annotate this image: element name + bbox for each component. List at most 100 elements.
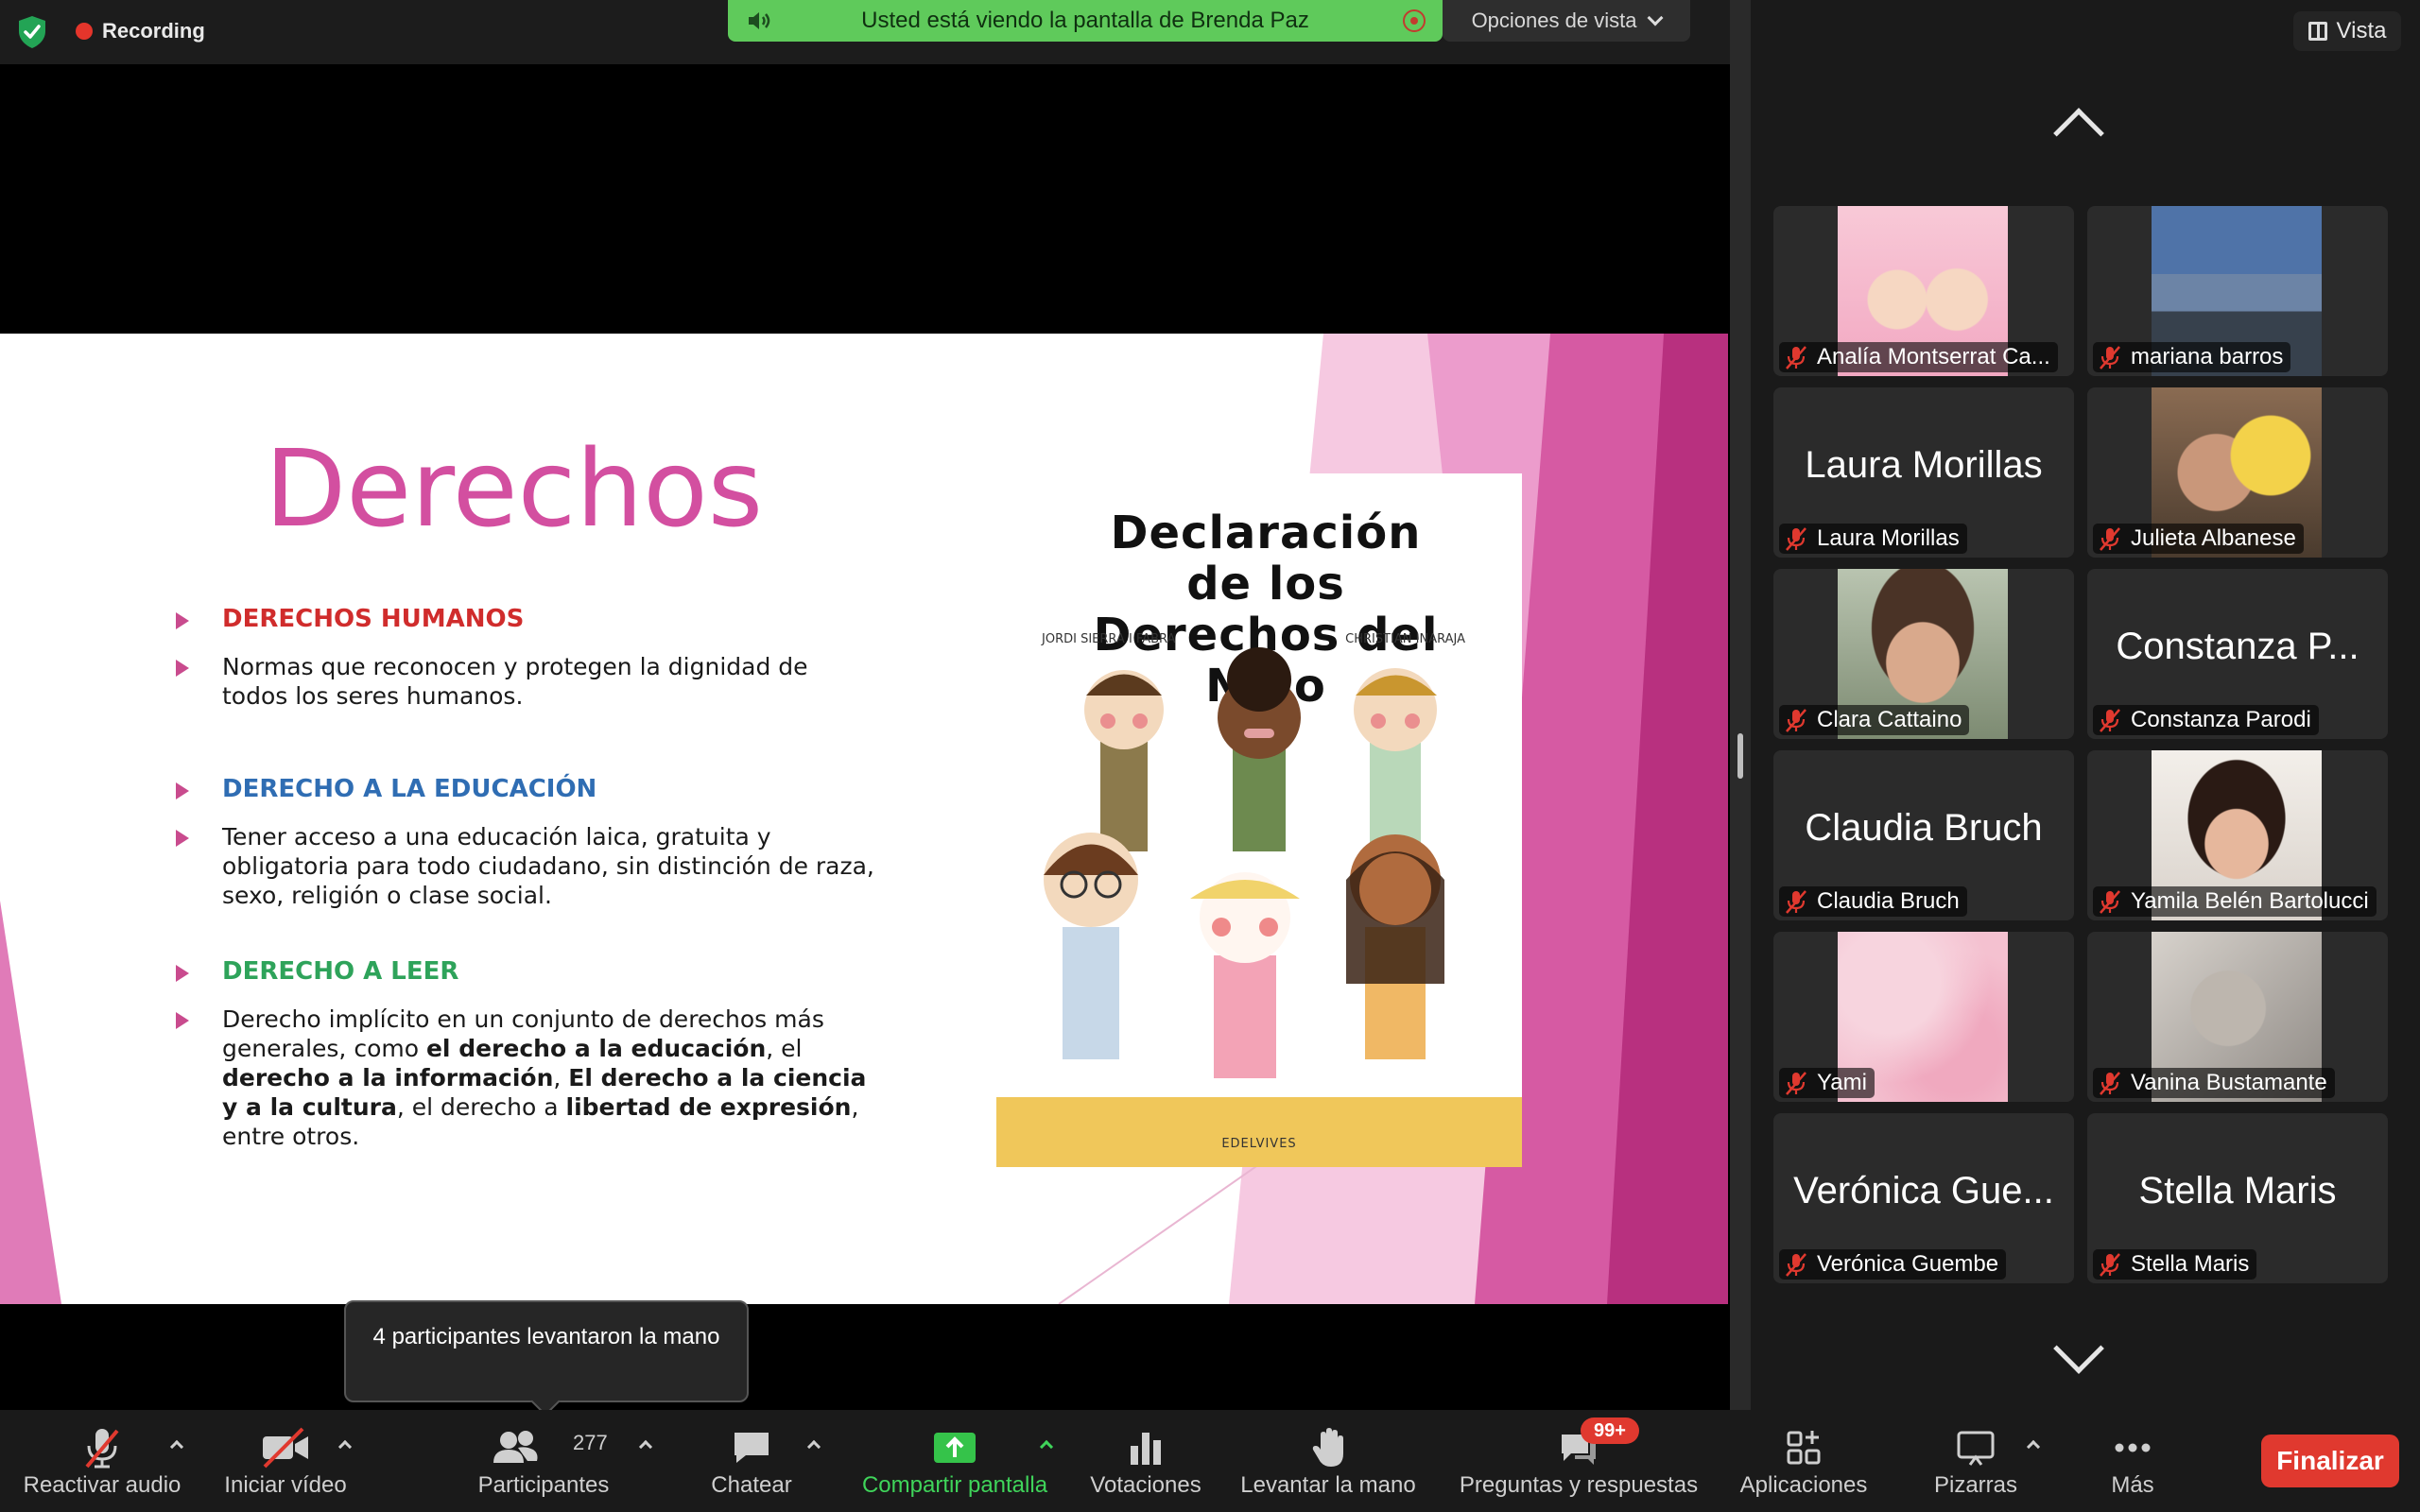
view-button[interactable]: Vista — [2293, 11, 2401, 51]
participant-display-name: Claudia Bruch — [1805, 807, 2043, 849]
participant-tile[interactable]: Constanza P... Constanza Parodi — [2087, 569, 2388, 739]
qa-button[interactable]: Preguntas y respuestas — [1446, 1410, 1711, 1512]
participant-tile[interactable]: Analía Montserrat Ca... — [1773, 206, 2074, 376]
participant-name: Constanza Parodi — [2131, 707, 2311, 732]
participant-name-label: Constanza Parodi — [2093, 705, 2319, 735]
muted-mic-icon — [2100, 527, 2120, 551]
participant-name: Laura Morillas — [1817, 525, 1960, 551]
end-meeting-button[interactable]: Finalizar — [2261, 1435, 2399, 1487]
participant-name: Analía Montserrat Ca... — [1817, 344, 2050, 369]
participants-count: 277 — [573, 1431, 608, 1454]
chat-button[interactable]: Chatear — [681, 1410, 822, 1512]
stop-view-icon[interactable] — [1403, 9, 1426, 32]
meeting-toolbar: Reactivar audio Iniciar vídeo 277 Partic… — [0, 1410, 2420, 1512]
muted-mic-icon — [1786, 709, 1806, 732]
participant-display-name: Stella Maris — [2138, 1170, 2337, 1211]
bullet-arrow-icon — [176, 660, 189, 677]
participant-tile[interactable]: Vanina Bustamante — [2087, 932, 2388, 1102]
participants-button[interactable]: 277 Participantes — [463, 1410, 624, 1512]
bullet-arrow-icon — [176, 965, 189, 982]
recording-dot-icon — [76, 23, 93, 40]
polls-label: Votaciones — [1090, 1472, 1201, 1498]
participant-name: Verónica Guembe — [1817, 1251, 1999, 1277]
participant-name: Yami — [1817, 1070, 1867, 1095]
book-publisher: EDELVIVES — [1221, 1137, 1297, 1151]
section-text-educacion: Tener acceso a una educación laica, grat… — [222, 823, 874, 909]
section-text-leer: Derecho implícito en un conjunto de dere… — [222, 1005, 867, 1150]
book-cover: Declaración de los Derechos del Niño JOR… — [996, 473, 1522, 1167]
microphone-muted-icon — [85, 1429, 119, 1469]
share-screen-icon — [934, 1433, 976, 1463]
bullet-arrow-icon — [176, 612, 189, 629]
participant-display-name: Constanza P... — [2116, 626, 2360, 667]
share-screen-button[interactable]: Compartir pantalla — [841, 1410, 1068, 1512]
participant-tile[interactable]: Yami — [1773, 932, 2074, 1102]
polls-button[interactable]: Votaciones — [1078, 1410, 1214, 1512]
participant-name-label: Vanina Bustamante — [2093, 1068, 2335, 1098]
whiteboards-label: Pizarras — [1933, 1472, 2018, 1498]
raise-hand-button[interactable]: Levantar la mano — [1229, 1410, 1427, 1512]
zoom-window: Recording Usted está viendo la pantalla … — [0, 0, 2420, 1512]
panel-divider[interactable] — [1730, 0, 1751, 1410]
participant-name-label: Julieta Albanese — [2093, 524, 2304, 554]
participant-name: Clara Cattaino — [1817, 707, 1962, 732]
participant-name: Julieta Albanese — [2131, 525, 2296, 551]
participant-tile[interactable]: Laura Morillas Laura Morillas — [1773, 387, 2074, 558]
bullet-arrow-icon — [176, 782, 189, 799]
participant-name-label: Yami — [1779, 1068, 1875, 1098]
share-screen-label: Compartir pantalla — [861, 1472, 1048, 1498]
participant-tile[interactable]: Claudia Bruch Claudia Bruch — [1773, 750, 2074, 920]
muted-mic-icon — [1786, 1072, 1806, 1095]
resize-handle[interactable] — [1737, 733, 1743, 779]
participant-tile[interactable]: Julieta Albanese — [2087, 387, 2388, 558]
more-label: Más — [2111, 1472, 2154, 1498]
recording-indicator[interactable]: Recording — [76, 19, 205, 43]
video-off-icon — [263, 1427, 308, 1469]
apps-button[interactable]: Aplicaciones — [1719, 1410, 1889, 1512]
muted-mic-icon — [2100, 709, 2120, 732]
presentation-slide: Derechos DERECHOS HUMANOS Normas que rec… — [0, 334, 1728, 1304]
section-heading-leer: DERECHO A LEER — [222, 957, 459, 986]
participant-tile[interactable]: mariana barros — [2087, 206, 2388, 376]
start-video-button[interactable]: Iniciar vídeo — [200, 1410, 371, 1512]
muted-mic-icon — [2100, 1253, 2120, 1277]
participant-name-label: Yamila Belén Bartolucci — [2093, 886, 2377, 917]
chat-label: Chatear — [711, 1472, 792, 1498]
chat-icon — [735, 1433, 769, 1463]
participant-name-label: Verónica Guembe — [1779, 1249, 2007, 1280]
shield-icon[interactable] — [17, 15, 47, 49]
view-options-button[interactable]: Opciones de vista — [1443, 0, 1690, 42]
whiteboards-button[interactable]: Pizarras — [1910, 1410, 2042, 1512]
section-heading-humanos: DERECHOS HUMANOS — [222, 605, 525, 633]
section-text-humanos: Normas que reconocen y protegen la digni… — [222, 653, 808, 710]
participant-tile[interactable]: Stella Maris Stella Maris — [2087, 1113, 2388, 1283]
participant-name-label: Analía Montserrat Ca... — [1779, 342, 2058, 372]
slide-title: Derechos — [265, 428, 764, 551]
participant-tile[interactable]: Clara Cattaino — [1773, 569, 2074, 739]
participant-name: Yamila Belén Bartolucci — [2131, 888, 2369, 914]
participant-name-label: Clara Cattaino — [1779, 705, 1970, 735]
more-button[interactable]: Más — [2076, 1410, 2189, 1512]
participant-name: mariana barros — [2131, 344, 2284, 369]
participant-name-label: Claudia Bruch — [1779, 886, 1967, 917]
more-dots-icon — [2115, 1443, 2151, 1452]
muted-mic-icon — [1786, 1253, 1806, 1277]
participant-display-name: Laura Morillas — [1805, 444, 2043, 486]
unmute-button[interactable]: Reactivar audio — [9, 1410, 195, 1512]
shared-screen: Derechos DERECHOS HUMANOS Normas que rec… — [0, 64, 1730, 1410]
child-figure — [1084, 670, 1164, 851]
participants-caret-icon[interactable] — [638, 1439, 653, 1454]
unmute-label: Reactivar audio — [23, 1472, 182, 1498]
polls-icon — [1131, 1433, 1161, 1465]
start-video-label: Iniciar vídeo — [224, 1472, 347, 1498]
participants-label: Participantes — [477, 1472, 610, 1498]
participant-tile[interactable]: Yamila Belén Bartolucci — [2087, 750, 2388, 920]
grid-view-icon — [2308, 22, 2327, 41]
apps-label: Aplicaciones — [1739, 1472, 1868, 1498]
participant-name-label: Stella Maris — [2093, 1249, 2257, 1280]
muted-mic-icon — [1786, 890, 1806, 914]
qa-label: Preguntas y respuestas — [1459, 1472, 1699, 1498]
participant-tile[interactable]: Verónica Gue... Verónica Guembe — [1773, 1113, 2074, 1283]
view-options-label: Opciones de vista — [1471, 9, 1637, 32]
participant-name-label: mariana barros — [2093, 342, 2291, 372]
